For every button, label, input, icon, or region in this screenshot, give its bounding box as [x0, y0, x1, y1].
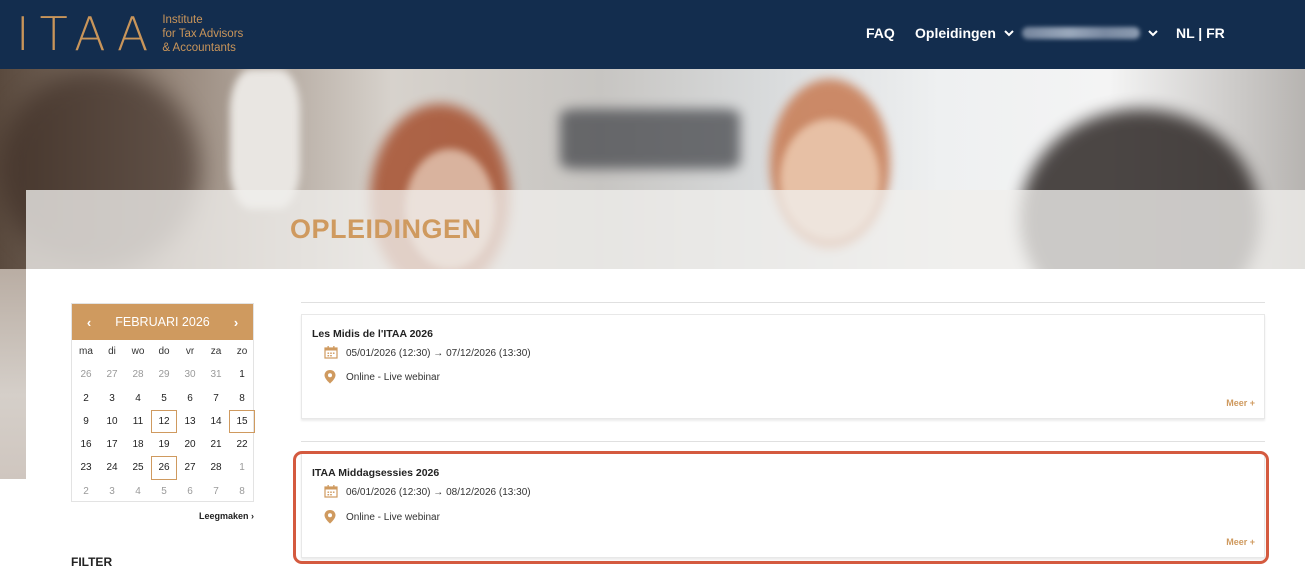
calendar-day[interactable]: 21	[203, 433, 229, 456]
calendar-day[interactable]: 6	[177, 480, 203, 503]
calendar-day[interactable]: 27	[99, 363, 125, 386]
calendar-day[interactable]: 20	[177, 433, 203, 456]
calendar-day[interactable]: 29	[151, 363, 177, 386]
calendar-month-label: FEBRUARI 2026	[115, 315, 210, 329]
hero-shape	[230, 69, 300, 209]
calendar-day[interactable]: 4	[125, 480, 151, 503]
calendar-day[interactable]: 11	[125, 410, 151, 433]
calendar-day[interactable]: 1	[229, 363, 255, 386]
calendar-day[interactable]: 12	[151, 409, 177, 434]
calendar-day[interactable]: 7	[203, 480, 229, 503]
page-title: OPLEIDINGEN	[290, 214, 482, 244]
calendar-next-button[interactable]: ›	[229, 315, 243, 330]
calendar-weekday: za	[210, 346, 222, 357]
hero-left-strip	[0, 269, 26, 479]
clear-date-link[interactable]: Leegmaken ›	[199, 511, 254, 521]
nav-opleidingen-label: Opleidingen	[915, 25, 996, 41]
map-pin-icon	[324, 370, 340, 384]
language-switch[interactable]: NL | FR	[1176, 25, 1225, 41]
user-name-redacted	[1022, 27, 1140, 39]
calendar-day[interactable]: 31	[203, 363, 229, 386]
calendar-day[interactable]: 10	[99, 410, 125, 433]
calendar-day[interactable]: 3	[99, 480, 125, 503]
filter-heading: FILTER	[71, 555, 113, 569]
calendar-day[interactable]: 7	[203, 387, 229, 410]
calendar-weekday: zo	[236, 346, 248, 357]
calendar-day[interactable]: 5	[151, 480, 177, 503]
calendar-day[interactable]: 5	[151, 387, 177, 410]
calendar-day[interactable]: 2	[73, 387, 99, 410]
course-title[interactable]: Les Midis de l'ITAA 2026	[312, 328, 433, 340]
calendar-grid: ma di wo do vr za zo 26 27 28 29 30 31 1 2 3 4 5 6 7 8 9 10 11 1…	[73, 340, 255, 503]
calendar-prev-button[interactable]: ‹	[82, 315, 96, 330]
calendar-day[interactable]: 30	[177, 363, 203, 386]
calendar-day[interactable]: 6	[177, 387, 203, 410]
calendar-day[interactable]: 23	[73, 456, 99, 479]
calendar-day[interactable]: 9	[73, 410, 99, 433]
calendar-weekday: ma	[79, 346, 93, 357]
calendar-day[interactable]: 22	[229, 433, 255, 456]
calendar-day[interactable]: 18	[125, 433, 151, 456]
course-card[interactable]: Les Midis de l'ITAA 2026 05/01/2026 (12:…	[301, 314, 1265, 419]
chevron-down-icon	[1004, 27, 1014, 43]
main-nav: FAQ Opleidingen NL | FR	[0, 0, 1305, 69]
calendar-day[interactable]: 27	[177, 456, 203, 479]
course-location: Online - Live webinar	[346, 371, 440, 383]
calendar-weekday: di	[108, 346, 116, 357]
calendar-day[interactable]: 4	[125, 387, 151, 410]
title-band	[26, 190, 1305, 269]
chevron-down-icon	[1148, 27, 1158, 43]
calendar-icon	[324, 346, 340, 360]
nav-faq[interactable]: FAQ	[866, 25, 895, 41]
list-divider	[301, 302, 1265, 303]
clear-date-label: Leegmaken	[199, 511, 249, 521]
calendar-day[interactable]: 28	[203, 456, 229, 479]
chevron-right-icon: ›	[251, 511, 255, 521]
more-link[interactable]: Meer +	[1226, 398, 1255, 408]
calendar-day[interactable]: 17	[99, 433, 125, 456]
hero-shape	[560, 109, 740, 169]
calendar-weekday: wo	[131, 346, 145, 357]
calendar-day[interactable]: 14	[203, 410, 229, 433]
calendar-header: ‹ FEBRUARI 2026 ›	[72, 304, 253, 340]
calendar-day[interactable]: 13	[177, 410, 203, 433]
calendar-day[interactable]: 16	[73, 433, 99, 456]
calendar-day[interactable]: 28	[125, 363, 151, 386]
course-dates-row: 05/01/2026 (12:30) → 07/12/2026 (13:30)	[324, 346, 531, 360]
calendar-widget: ‹ FEBRUARI 2026 › ma di wo do vr za zo 26 27 28 29…	[71, 303, 255, 503]
top-header: ITAA Institute for Tax Advisors & Accoun…	[0, 0, 1305, 69]
calendar-day[interactable]: 8	[229, 480, 255, 503]
list-divider	[301, 441, 1265, 442]
calendar-weekday: vr	[185, 346, 195, 357]
calendar-day[interactable]: 19	[151, 433, 177, 456]
nav-user-menu[interactable]	[1022, 25, 1158, 43]
calendar-day[interactable]: 25	[125, 456, 151, 479]
calendar-day[interactable]: 26	[73, 363, 99, 386]
calendar-day[interactable]: 2	[73, 480, 99, 503]
calendar-day[interactable]: 15	[229, 409, 255, 434]
calendar-day[interactable]: 26	[151, 456, 177, 480]
calendar-day[interactable]: 24	[99, 456, 125, 479]
calendar-weekday: do	[158, 346, 170, 357]
nav-opleidingen[interactable]: Opleidingen	[915, 25, 1014, 43]
calendar-day[interactable]: 8	[229, 387, 255, 410]
calendar-day[interactable]: 3	[99, 387, 125, 410]
course-dates: 05/01/2026 (12:30) → 07/12/2026 (13:30)	[346, 347, 531, 359]
selection-highlight	[293, 451, 1269, 564]
calendar-day[interactable]: 1	[229, 456, 255, 479]
course-location-row: Online - Live webinar	[324, 370, 440, 384]
